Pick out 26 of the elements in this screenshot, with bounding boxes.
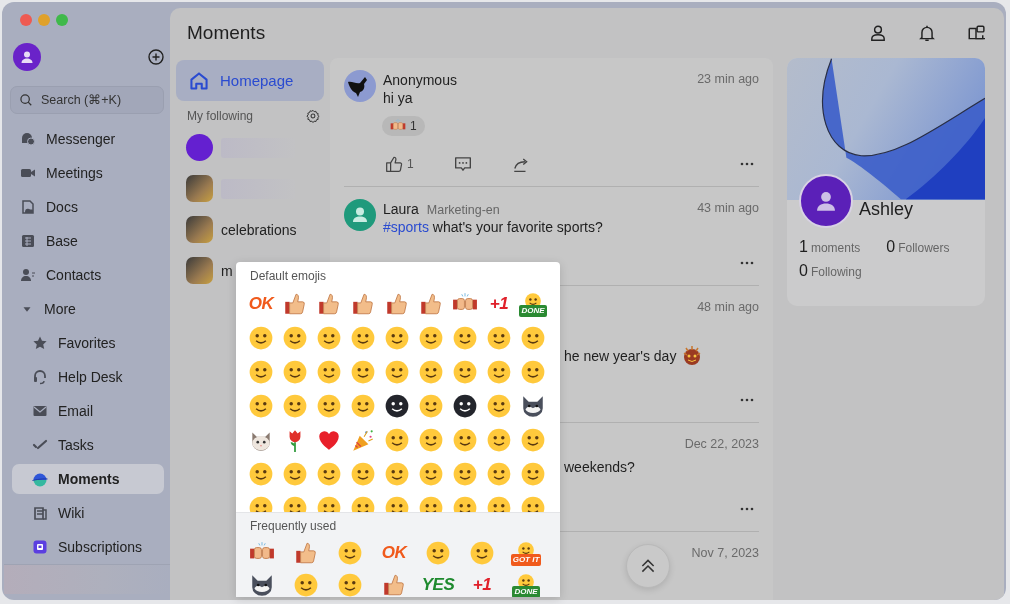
section-label: My following <box>187 109 254 123</box>
sticker-label: GOT IT <box>510 553 542 566</box>
page-title: Moments <box>187 22 267 44</box>
sticker-label: DONE <box>512 585 540 597</box>
section-label: Frequently used <box>249 518 338 535</box>
post-time: 23 min ago <box>697 71 759 86</box>
author-name: Anonymous <box>383 72 457 88</box>
post-time: Dec 22, 2023 <box>684 436 759 451</box>
post-time: 43 min ago <box>697 200 759 215</box>
author-department: Marketing-en <box>426 203 500 217</box>
stat-value: 0 <box>886 238 896 256</box>
sticker-label: DONE <box>519 304 547 317</box>
stat-value: 1 <box>799 238 808 256</box>
post-text: he new year's day <box>564 347 677 366</box>
post-text: #sports what's your favorite sports? <box>383 218 603 237</box>
post-text: hi ya <box>383 89 413 108</box>
post-text: weekends? <box>564 458 635 477</box>
stat-label: Followers <box>898 241 950 255</box>
stat-label: moments <box>810 241 861 255</box>
profile-name: Ashley <box>859 199 914 221</box>
post-time: 48 min ago <box>697 299 759 314</box>
stat-label: Following <box>810 265 862 279</box>
post-time: Nov 7, 2023 <box>691 545 759 560</box>
author-name: Laura <box>383 201 419 217</box>
stat-value: 0 <box>799 262 808 280</box>
section-label: Default emojis <box>249 268 328 285</box>
